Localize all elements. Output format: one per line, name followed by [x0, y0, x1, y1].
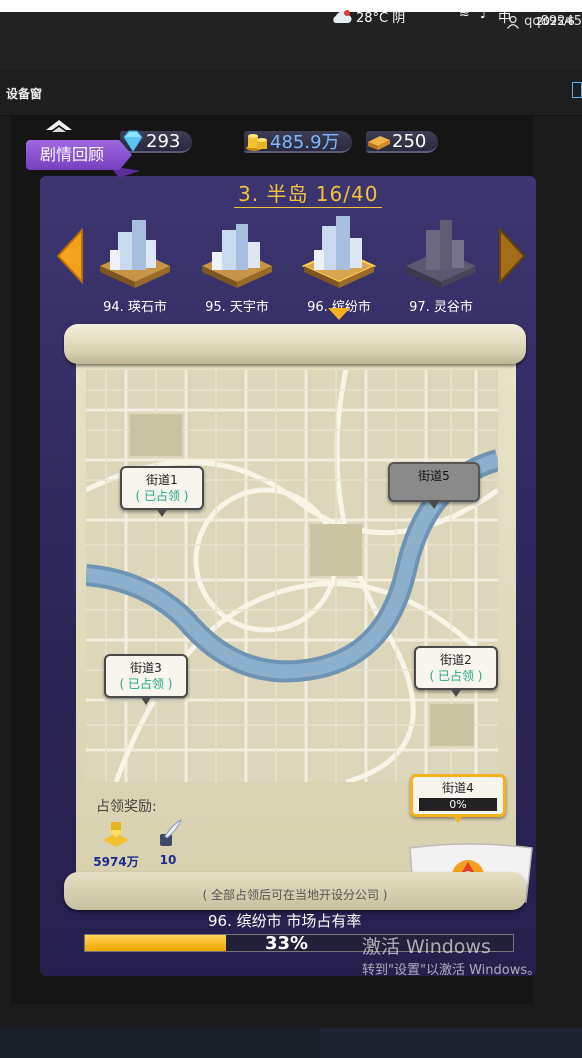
gold-coins-icon: [246, 134, 267, 151]
city-map-scroll: 街道1 ( 已占领 ) 街道5 街道3 ( 已占领 ) 街道2 ( 已占领 ) …: [58, 320, 533, 920]
device-panel-bar: 设备窗: [0, 70, 582, 116]
market-share-title: 96. 缤纷市 市场占有率: [208, 912, 362, 930]
street-status: ( 已占领 ): [119, 677, 173, 691]
city-name: 97. 灵谷市: [409, 300, 473, 315]
clock-date: 2025/6: [536, 15, 575, 28]
diamond-value: 293: [146, 130, 181, 152]
market-share-percent: 33%: [265, 933, 309, 954]
city-buildings-icon: [202, 224, 272, 288]
street-name: 街道5: [418, 469, 450, 483]
street-5-marker[interactable]: 街道5: [388, 462, 480, 509]
reward-item: 10: [138, 818, 198, 867]
city-buildings-icon: [301, 216, 377, 288]
city-name: 94. 瑛石市: [103, 300, 167, 315]
mask-icon[interactable]: [44, 116, 74, 136]
volume-icon[interactable]: ♪: [480, 7, 488, 26]
street-1-marker[interactable]: 街道1 ( 已占领 ): [120, 466, 204, 517]
clock-time: 17:33: [536, 2, 568, 15]
prev-city-arrow-icon[interactable]: [56, 228, 84, 284]
story-review-label: 剧情回顾: [40, 145, 105, 164]
gold-counter: 485.9万: [244, 130, 352, 154]
clock[interactable]: 17:33 2025/6: [536, 2, 575, 28]
street-progress: 0%: [419, 798, 497, 811]
region-title: 3. 半岛 16/40: [234, 178, 383, 208]
reward-label: 占领奖励:: [96, 799, 157, 815]
story-review-button[interactable]: 剧情回顾: [26, 140, 140, 178]
street-status: ( 已占领 ): [429, 669, 483, 683]
market-share-fill: [85, 935, 227, 951]
street-4-marker[interactable]: 街道4 0%: [410, 774, 506, 823]
weather-text: 28°C 阴: [356, 11, 406, 26]
taskbar: [0, 1028, 582, 1058]
city-94[interactable]: 94. 瑛石市: [90, 210, 180, 315]
street-name: 街道2: [440, 653, 472, 667]
windows-watermark-hint: 转到"设置"以激活 Windows。: [362, 963, 541, 978]
chevron-up-icon[interactable]: ^: [438, 7, 449, 26]
city-96[interactable]: 96. 缤纷市: [294, 210, 384, 315]
city-name: 95. 天宇市: [205, 300, 269, 315]
scroll-top-rod: [64, 324, 526, 364]
gold-ingot-icon: [103, 822, 129, 847]
reward-gold: 5974万: [86, 818, 146, 870]
reward-gold-amount: 5974万: [93, 855, 139, 869]
city-buildings-locked-icon: [406, 220, 476, 288]
street-2-marker[interactable]: 街道2 ( 已占领 ): [414, 646, 498, 697]
gold-value: 485.9万: [270, 132, 340, 153]
street-name: 街道3: [130, 661, 162, 675]
system-tray: ^ ≈ ♪ 中: [438, 7, 511, 26]
street-status: ( 已占领 ): [135, 489, 189, 503]
device-panel-title: 设备窗: [6, 87, 43, 101]
cloud-icon: [333, 9, 352, 23]
reward-item-amount: 10: [159, 853, 177, 867]
city-95[interactable]: 95. 天宇市: [192, 210, 282, 315]
street-name: 街道1: [146, 473, 178, 487]
street-3-marker[interactable]: 街道3 ( 已占领 ): [104, 654, 188, 705]
game-viewport: 293 485.9万 250 剧情回顾 3. 半岛 16/40 94. 瑛石市 …: [10, 116, 536, 1004]
city-97[interactable]: 97. 灵谷市: [396, 210, 486, 315]
street-name: 街道4: [442, 781, 474, 795]
reward-note: ( 全部占领后可在当地开设分公司 ): [202, 888, 388, 902]
selected-city-marker-icon: [328, 308, 350, 320]
quill-pen-icon: [160, 818, 182, 846]
brick-value: 250: [392, 130, 427, 152]
windows-watermark-title: 激活 Windows: [362, 936, 491, 958]
brick-icon: [368, 136, 390, 150]
expand-icon[interactable]: [572, 82, 582, 98]
brick-counter: 250: [366, 130, 439, 154]
weather-widget[interactable]: 28°C 阴: [330, 7, 405, 26]
street-map-graphic: [86, 370, 498, 782]
next-city-arrow-icon[interactable]: [498, 228, 526, 284]
city-buildings-icon: [100, 220, 170, 288]
ime-indicator[interactable]: 中: [498, 7, 511, 26]
network-icon[interactable]: ≈: [459, 7, 470, 26]
city-map: [86, 370, 498, 782]
